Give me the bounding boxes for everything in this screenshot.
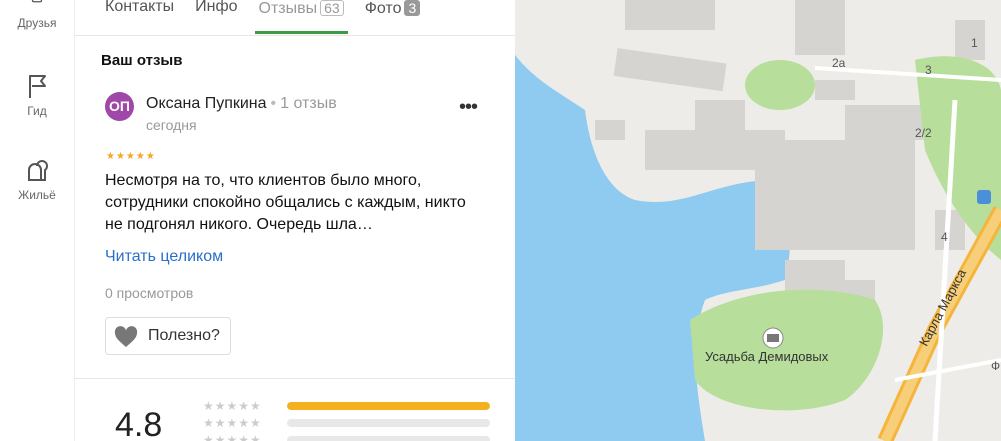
map-label-house: 3	[925, 63, 932, 77]
rating-bar-track	[287, 436, 490, 441]
avatar[interactable]: ОП	[105, 92, 134, 121]
review-text: Несмотря на то, что клиентов было много,…	[105, 172, 466, 233]
rail-item-label: Жильё	[18, 188, 56, 202]
rail-item-friends[interactable]: Друзья	[0, 0, 74, 30]
bus-stop-icon	[977, 190, 991, 204]
tabs: Контакты Инфо Отзывы 63 Фото 3	[105, 0, 441, 34]
tab-contacts[interactable]: Контакты	[105, 0, 174, 34]
views-count: 0 просмотров	[105, 285, 194, 301]
author-name[interactable]: Оксана Пупкина	[146, 95, 267, 112]
photos-count-badge: 3	[404, 0, 421, 16]
rail-item-guide[interactable]: Гид	[0, 72, 74, 118]
map-label-house: 4	[941, 230, 948, 244]
tabs-divider	[75, 35, 515, 36]
rating-row-stars: ★★★★★	[203, 416, 262, 430]
map-label-street: Ф	[991, 359, 1001, 373]
map-label-house: 1	[971, 36, 978, 50]
rail-item-label: Друзья	[17, 16, 57, 30]
map-label-house: 2а	[832, 56, 846, 70]
author-review-count: 1 отзыв	[280, 95, 337, 112]
review-date: сегодня	[146, 117, 197, 133]
section-title: Ваш отзыв	[101, 52, 183, 69]
review-author: Оксана Пупкина • 1 отзыв	[146, 95, 337, 112]
more-dots-icon[interactable]: •••	[459, 96, 478, 119]
housing-icon	[28, 160, 48, 181]
museum-icon	[767, 334, 779, 342]
review-stars: ★★★★★	[106, 151, 156, 162]
rail-item-housing[interactable]: Жильё	[0, 156, 74, 202]
rail-item-label: Гид	[27, 104, 47, 118]
map-label-house: 2/2	[915, 126, 932, 140]
section-divider	[75, 378, 515, 379]
heart-icon	[114, 326, 138, 347]
rating-bar-track	[287, 402, 490, 410]
overall-rating: 4.8	[115, 406, 163, 441]
useful-label: Полезно?	[148, 327, 220, 344]
rating-row-stars: ★★★★★	[203, 399, 262, 413]
friends-icon	[31, 0, 43, 3]
reviews-count-badge: 63	[320, 0, 344, 16]
map-label-estate[interactable]: Усадьба Демидовых	[705, 349, 828, 364]
map[interactable]: Усадьба Демидовых Карла Маркса 2а 2/2 4 …	[515, 0, 1001, 441]
tab-info[interactable]: Инфо	[195, 0, 237, 34]
left-rail: Друзья Гид Жильё	[0, 0, 75, 441]
read-more-link[interactable]: Читать целиком	[105, 248, 223, 266]
rating-bar-track	[287, 419, 490, 427]
rating-bar-fill	[287, 402, 490, 410]
tab-photos[interactable]: Фото 3	[365, 0, 421, 34]
useful-button[interactable]: Полезно?	[105, 317, 231, 355]
org-panel: Контакты Инфо Отзывы 63 Фото 3 Ваш отзыв О…	[75, 0, 515, 441]
tab-reviews[interactable]: Отзывы 63	[254, 0, 348, 34]
rating-row-stars: ★★★★★	[203, 433, 262, 441]
flag-icon	[29, 75, 46, 98]
